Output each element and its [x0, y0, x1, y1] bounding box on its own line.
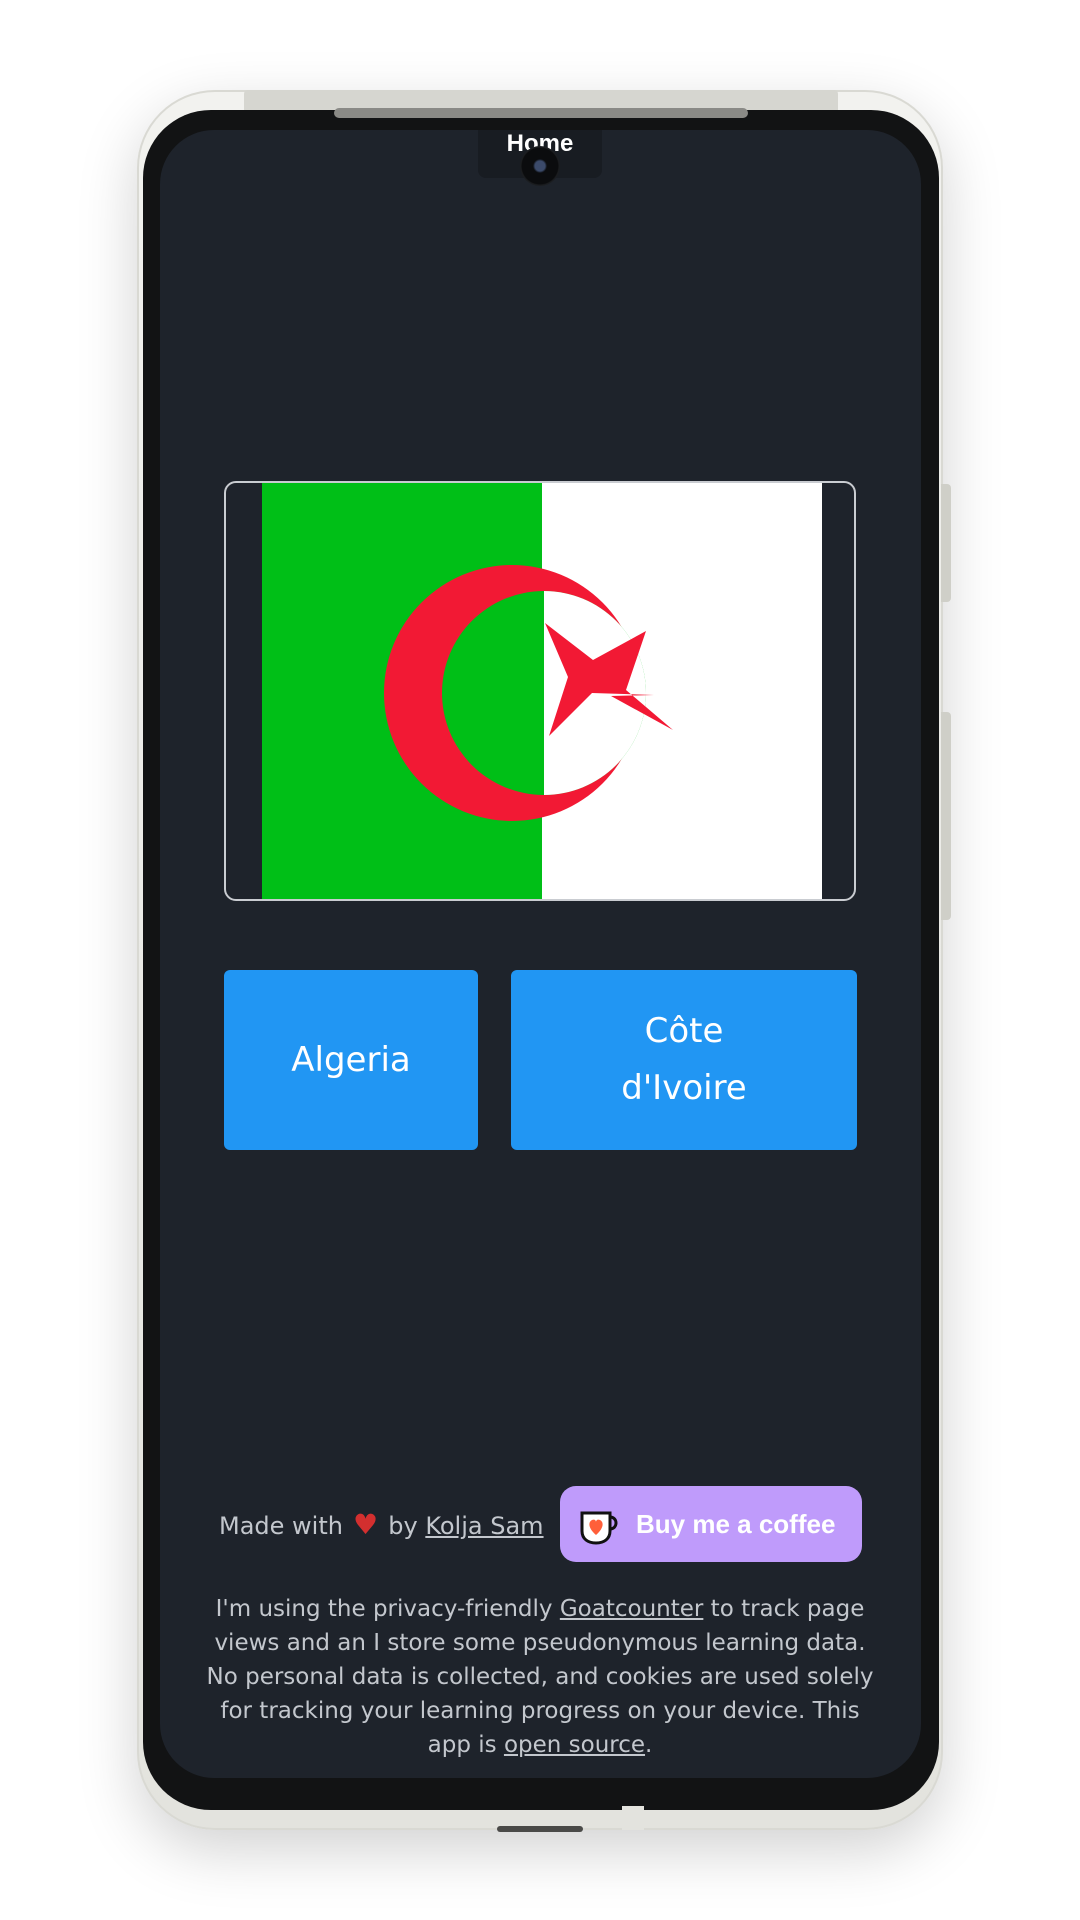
- phone-bottom-tab: [622, 1806, 644, 1830]
- open-source-link[interactable]: open source: [504, 1732, 645, 1758]
- coffee-button-label: Buy me a coffee: [636, 1508, 836, 1539]
- algeria-flag-icon: [262, 483, 822, 899]
- privacy-text-3: .: [645, 1732, 653, 1758]
- goatcounter-link[interactable]: Goatcounter: [560, 1596, 704, 1622]
- answer-button-1[interactable]: Algeria: [224, 970, 478, 1150]
- front-camera-icon: [520, 146, 560, 186]
- heart-icon: ♥: [353, 1508, 379, 1541]
- flag-card: [224, 481, 856, 901]
- privacy-text-1: I'm using the privacy-friendly: [215, 1596, 560, 1622]
- buy-me-a-coffee-button[interactable]: Buy me a coffee: [560, 1486, 862, 1562]
- privacy-notice: I'm using the privacy-friendly Goatcount…: [200, 1592, 880, 1762]
- made-with-text: Made with: [219, 1512, 343, 1540]
- answer-label-1: Algeria: [291, 1039, 411, 1080]
- by-text: by: [388, 1512, 418, 1540]
- device-mockup: Home Algeria Côte d'Ivoire Made with ♥ b…: [0, 0, 1080, 1920]
- answer-button-2[interactable]: Côte d'Ivoire: [511, 970, 857, 1150]
- volume-button: [941, 484, 951, 602]
- answer-label-2: Côte d'Ivoire: [621, 1011, 747, 1108]
- phone-bottom-port: [497, 1826, 583, 1832]
- power-button: [941, 712, 951, 920]
- made-with-credit: Made with ♥ by Kolja Sam: [219, 1505, 544, 1545]
- coffee-cup-icon: [580, 1511, 618, 1545]
- app-screen: Home Algeria Côte d'Ivoire Made with ♥ b…: [160, 130, 921, 1778]
- author-link[interactable]: Kolja Sam: [425, 1512, 543, 1540]
- speaker-grille: [334, 108, 748, 118]
